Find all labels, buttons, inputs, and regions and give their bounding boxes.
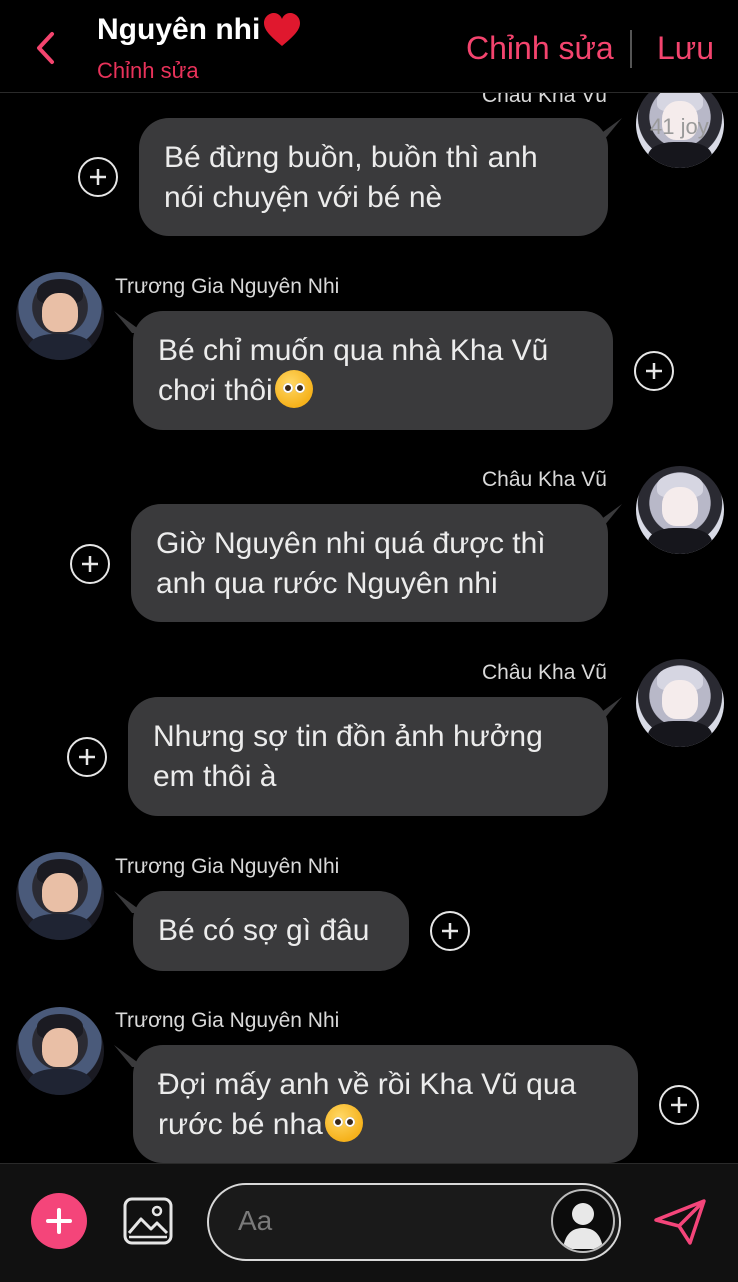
plus-icon	[82, 556, 98, 572]
save-button[interactable]: Lưu	[657, 30, 714, 67]
message-bubble[interactable]: Giờ Nguyên nhi quá được thì anh qua rước…	[131, 504, 608, 622]
sender-name: Trương Gia Nguyên Nhi	[115, 275, 340, 298]
header-divider	[630, 30, 632, 68]
plus-icon	[90, 169, 106, 185]
send-icon	[654, 1199, 706, 1245]
message-line: chơi thôi	[158, 370, 588, 411]
plus-icon	[671, 1097, 687, 1113]
message-bubble[interactable]: Nhưng sợ tin đồn ảnh hưởng em thôi à	[128, 697, 608, 816]
avatar-truong-gia-nguyen-nhi[interactable]	[16, 272, 104, 360]
avatar-chau-kha-vu[interactable]	[636, 659, 724, 747]
chevron-left-icon	[37, 32, 54, 64]
sender-name: Châu Kha Vũ	[482, 468, 607, 491]
message-line: rước bé nha	[158, 1104, 613, 1145]
sender-name: Châu Kha Vũ	[482, 661, 607, 684]
plus-icon	[442, 923, 458, 939]
send-button[interactable]	[652, 1198, 708, 1246]
watermark: 41 joy	[650, 114, 709, 139]
add-button[interactable]	[31, 1193, 87, 1249]
back-button[interactable]	[30, 30, 60, 66]
sender-name: Trương Gia Nguyên Nhi	[115, 1009, 340, 1032]
sender-name: Trương Gia Nguyên Nhi	[115, 855, 340, 878]
add-reaction-button[interactable]	[70, 544, 110, 584]
plus-icon	[46, 1208, 72, 1234]
chat-title-text: Nguyên nhi	[97, 13, 261, 46]
message-line: Bé chỉ muốn qua nhà Kha Vũ	[158, 334, 549, 367]
message-line: em thôi à	[153, 760, 277, 793]
message-bubble[interactable]: Đợi mấy anh về rồi Kha Vũ qua rước bé nh…	[133, 1045, 638, 1163]
add-reaction-button[interactable]	[659, 1085, 699, 1125]
sender-avatar-icon[interactable]	[551, 1189, 615, 1253]
add-reaction-button[interactable]	[634, 351, 674, 391]
plus-icon	[79, 749, 95, 765]
chat-header: Nguyên nhi Chỉnh sửa Chỉnh sửa Lưu	[0, 0, 738, 93]
message-line: Nhưng sợ tin đồn ảnh hưởng	[153, 720, 543, 753]
person-silhouette-icon	[563, 1203, 603, 1249]
message-line: nói chuyện với bé nè	[164, 181, 443, 214]
message-bubble[interactable]: Bé có sợ gì đâu	[133, 891, 409, 971]
message-line: Đợi mấy anh về rồi Kha Vũ qua	[158, 1068, 577, 1101]
message-bubble[interactable]: Bé đừng buồn, buồn thì anh nói chuyện vớ…	[139, 118, 608, 236]
plus-icon	[646, 363, 662, 379]
heart-icon	[264, 13, 301, 46]
avatar-truong-gia-nguyen-nhi[interactable]	[16, 1007, 104, 1095]
add-reaction-button[interactable]	[430, 911, 470, 951]
edit-button[interactable]: Chỉnh sửa	[466, 30, 614, 67]
avatar-chau-kha-vu[interactable]	[636, 466, 724, 554]
pleading-face-icon	[324, 1104, 363, 1143]
chat-subtitle[interactable]: Chỉnh sửa	[97, 58, 199, 84]
message-line: Bé đừng buồn, buồn thì anh	[164, 141, 538, 174]
image-button[interactable]	[123, 1197, 173, 1245]
message-line: Bé có sợ gì đâu	[158, 914, 370, 947]
avatar-truong-gia-nguyen-nhi[interactable]	[16, 852, 104, 940]
pleading-face-icon	[274, 370, 313, 409]
message-line: anh qua rước Nguyên nhi	[156, 567, 498, 600]
add-reaction-button[interactable]	[78, 157, 118, 197]
chat-title: Nguyên nhi	[97, 12, 302, 48]
image-icon	[123, 1197, 173, 1245]
message-line: Giờ Nguyên nhi quá được thì	[156, 527, 546, 560]
add-reaction-button[interactable]	[67, 737, 107, 777]
message-input-placeholder: Aa	[238, 1205, 273, 1236]
message-bubble[interactable]: Bé chỉ muốn qua nhà Kha Vũ chơi thôi	[133, 311, 613, 430]
